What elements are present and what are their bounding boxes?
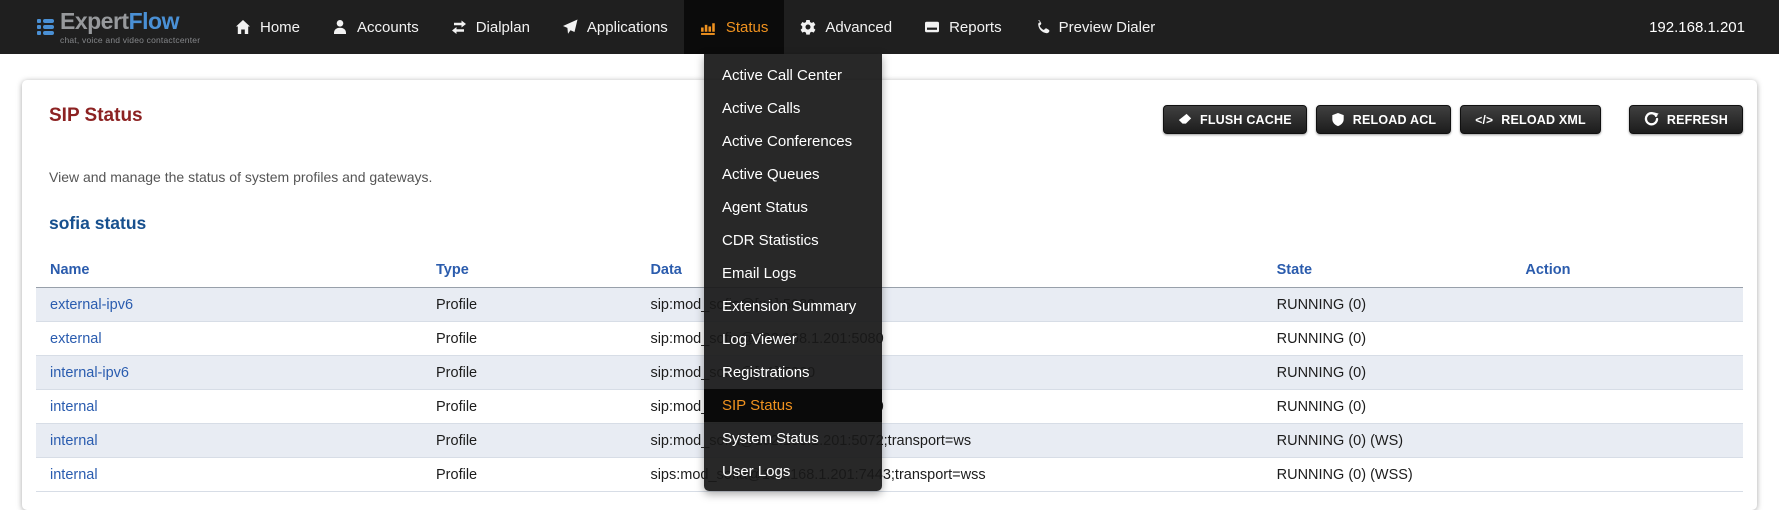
refresh-icon	[1644, 112, 1659, 127]
menu-item-cdr-statistics[interactable]: CDR Statistics	[704, 224, 882, 257]
menu-item-active-call-center[interactable]: Active Call Center	[704, 59, 882, 92]
cell-type: Profile	[422, 322, 636, 356]
menu-item-registrations[interactable]: Registrations	[704, 356, 882, 389]
menu-item-user-logs[interactable]: User Logs	[704, 455, 882, 488]
nav-label: Applications	[587, 19, 668, 36]
cell-type: Profile	[422, 458, 636, 492]
nav-label: Preview Dialer	[1059, 19, 1156, 36]
nav-item-advanced[interactable]: Advanced	[784, 0, 908, 54]
profile-link[interactable]: internal	[50, 399, 98, 415]
menu-item-active-queues[interactable]: Active Queues	[704, 158, 882, 191]
reload-xml-button[interactable]: </> RELOAD XML	[1460, 105, 1601, 134]
eraser-icon	[1178, 113, 1192, 127]
cell-state: RUNNING (0)	[1263, 390, 1512, 424]
code-icon: </>	[1475, 113, 1493, 127]
nav-item-dialplan[interactable]: Dialplan	[435, 0, 546, 54]
nav-item-preview-dialer[interactable]: Preview Dialer	[1018, 0, 1172, 54]
cell-type: Profile	[422, 390, 636, 424]
bar-chart-icon	[700, 19, 717, 36]
paper-plane-icon	[562, 19, 578, 35]
col-header-state[interactable]: State	[1263, 254, 1512, 288]
cell-action	[1511, 288, 1743, 322]
nav-item-applications[interactable]: Applications	[546, 0, 684, 54]
cell-action	[1511, 356, 1743, 390]
cell-action	[1511, 322, 1743, 356]
nav-label: Home	[260, 19, 300, 36]
nav-label: Dialplan	[476, 19, 530, 36]
nav-label: Status	[726, 19, 769, 36]
cell-type: Profile	[422, 356, 636, 390]
menu-item-active-calls[interactable]: Active Calls	[704, 92, 882, 125]
menu-item-active-conferences[interactable]: Active Conferences	[704, 125, 882, 158]
server-host: 192.168.1.201	[1649, 0, 1779, 54]
nav-label: Reports	[949, 19, 1002, 36]
menu-item-sip-status[interactable]: SIP Status	[704, 389, 882, 422]
status-dropdown-menu: Active Call Center Active Calls Active C…	[704, 54, 882, 491]
nav-label: Accounts	[357, 19, 419, 36]
gear-icon	[800, 19, 816, 35]
profile-link[interactable]: external-ipv6	[50, 297, 133, 313]
reload-acl-button[interactable]: RELOAD ACL	[1316, 105, 1451, 134]
menu-item-log-viewer[interactable]: Log Viewer	[704, 323, 882, 356]
col-header-name[interactable]: Name	[36, 254, 422, 288]
menu-item-agent-status[interactable]: Agent Status	[704, 191, 882, 224]
nav-item-accounts[interactable]: Accounts	[316, 0, 435, 54]
nav-item-home[interactable]: Home	[219, 0, 316, 54]
nav-item-status[interactable]: Status	[684, 0, 785, 54]
profile-link[interactable]: internal	[50, 467, 98, 483]
nav-label: Advanced	[825, 19, 892, 36]
drive-icon	[924, 19, 940, 35]
toolbar: FLUSH CACHE RELOAD ACL </> RELOAD XML RE…	[1154, 105, 1743, 134]
table-row: internal Profile sips:mod_sofia@192.168.…	[36, 458, 1743, 492]
main-nav: Home Accounts Dialplan Applications Stat…	[219, 0, 1171, 54]
menu-item-email-logs[interactable]: Email Logs	[704, 257, 882, 290]
shield-icon	[1331, 112, 1345, 127]
cell-action	[1511, 390, 1743, 424]
page-title: SIP Status	[36, 105, 143, 127]
cell-action	[1511, 424, 1743, 458]
brand-dots-icon	[37, 19, 54, 35]
swap-arrows-icon	[451, 19, 467, 35]
table-row: external-ipv6 Profile sip:mod_sofia@[::1…	[36, 288, 1743, 322]
cell-state: RUNNING (0)	[1263, 322, 1512, 356]
brand-logo[interactable]: ExpertFlow chat, voice and video contact…	[0, 0, 205, 54]
profile-link[interactable]: external	[50, 331, 102, 347]
table-header-row: Name Type Data State Action	[36, 254, 1743, 288]
phone-icon	[1034, 19, 1050, 35]
menu-item-extension-summary[interactable]: Extension Summary	[704, 290, 882, 323]
brand-name: ExpertFlow	[60, 10, 200, 33]
menu-item-system-status[interactable]: System Status	[704, 422, 882, 455]
cell-state: RUNNING (0) (WS)	[1263, 424, 1512, 458]
cell-state: RUNNING (0)	[1263, 356, 1512, 390]
cell-type: Profile	[422, 424, 636, 458]
table-row: internal Profile sip:mod_sofia@192.168.1…	[36, 390, 1743, 424]
profile-link[interactable]: internal	[50, 433, 98, 449]
cell-action	[1511, 458, 1743, 492]
brand-tagline: chat, voice and video contactcenter	[60, 36, 200, 45]
cell-state: RUNNING (0)	[1263, 288, 1512, 322]
nav-item-reports[interactable]: Reports	[908, 0, 1018, 54]
content-panel: SIP Status FLUSH CACHE RELOAD ACL </> RE…	[22, 80, 1757, 510]
flush-cache-button[interactable]: FLUSH CACHE	[1163, 105, 1307, 134]
person-icon	[332, 19, 348, 35]
refresh-button[interactable]: REFRESH	[1629, 105, 1743, 134]
table-row: internal-ipv6 Profile sip:mod_sofia@[::1…	[36, 356, 1743, 390]
section-heading: sofia status	[36, 213, 1743, 234]
home-icon	[235, 19, 251, 35]
sofia-status-table: Name Type Data State Action external-ipv…	[36, 254, 1743, 492]
top-navbar: ExpertFlow chat, voice and video contact…	[0, 0, 1779, 54]
cell-type: Profile	[422, 288, 636, 322]
col-header-type[interactable]: Type	[422, 254, 636, 288]
table-row: internal Profile sip:mod_sofia@192.168.1…	[36, 424, 1743, 458]
profile-link[interactable]: internal-ipv6	[50, 365, 129, 381]
cell-state: RUNNING (0) (WSS)	[1263, 458, 1512, 492]
table-row: external Profile sip:mod_sofia@192.168.1…	[36, 322, 1743, 356]
page-description: View and manage the status of system pro…	[36, 169, 1743, 185]
col-header-action[interactable]: Action	[1511, 254, 1743, 288]
